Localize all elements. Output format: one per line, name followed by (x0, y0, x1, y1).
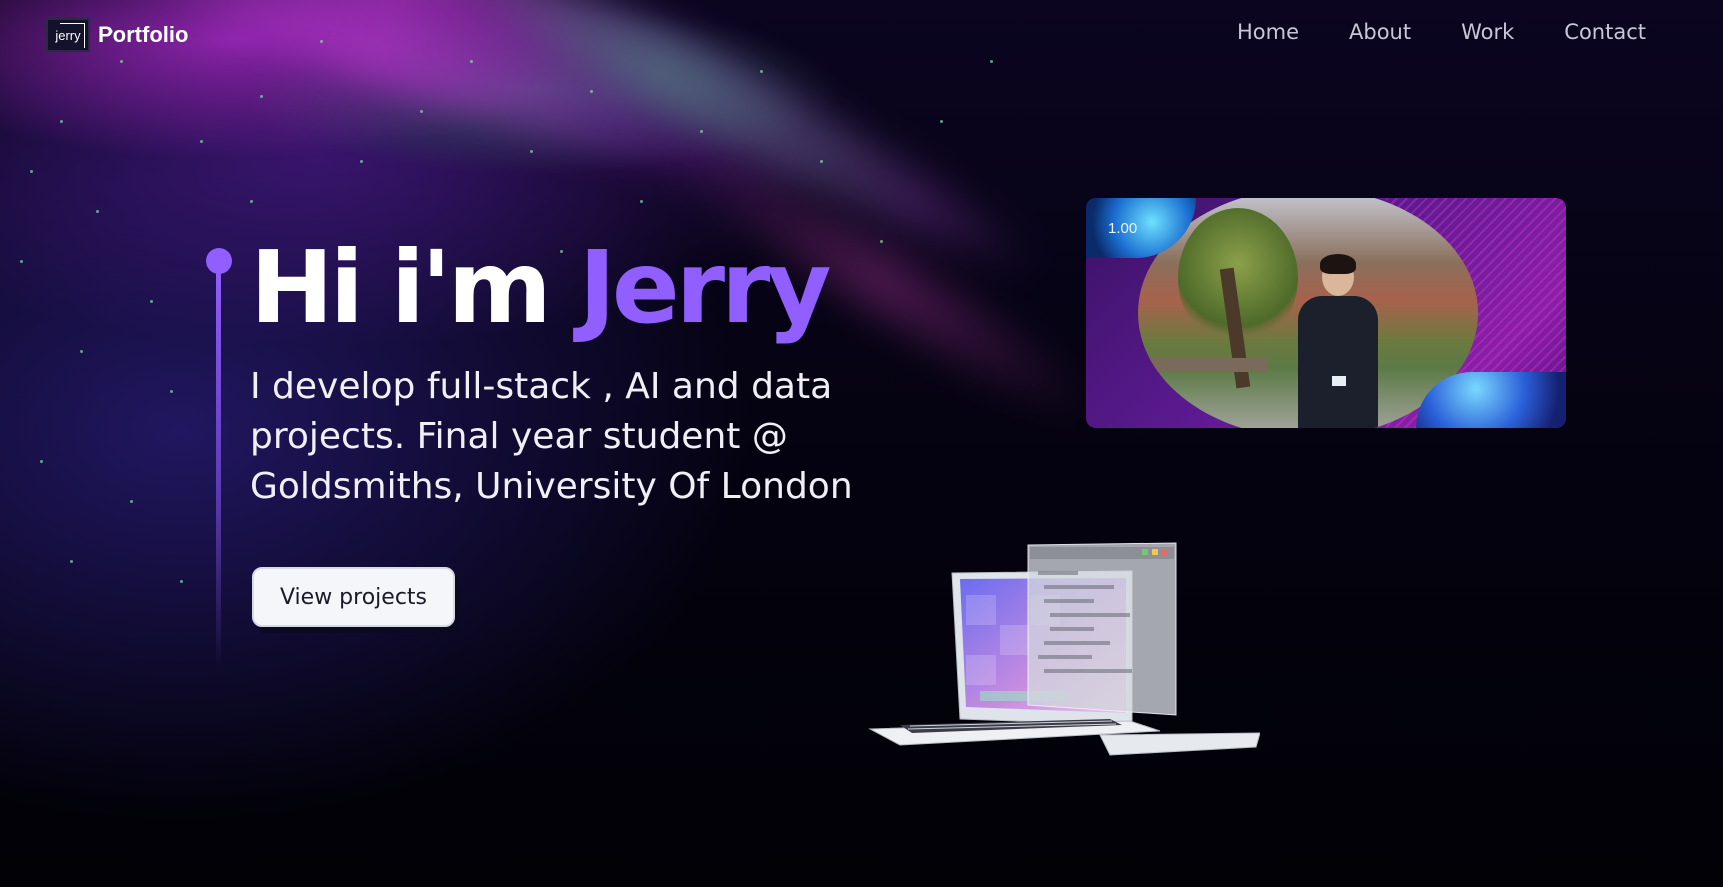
hero-greeting: Hi i'm (250, 229, 552, 346)
view-projects-button[interactable]: View projects (252, 567, 455, 627)
timeline-line (216, 268, 221, 668)
laptop-3d-illustration (868, 542, 1260, 756)
profile-photo-card: 1.00 (1086, 198, 1566, 428)
logo-link[interactable]: jerry Portfolio (46, 18, 188, 52)
nav-menu: Home About Work Contact (1237, 20, 1646, 44)
person-figure (1298, 254, 1378, 428)
hero-subtitle: I develop full-stack , AI and data proje… (250, 366, 853, 507)
hero-title: Hi i'm Jerry (250, 229, 832, 346)
logo-text: jerry (55, 27, 81, 43)
hero-name: Jerry (578, 229, 832, 346)
nav-link-work[interactable]: Work (1461, 20, 1514, 44)
nav-link-contact[interactable]: Contact (1564, 20, 1646, 44)
hero-timeline-decoration (206, 248, 232, 668)
nav-link-home[interactable]: Home (1237, 20, 1299, 44)
brand-name: Portfolio (98, 22, 189, 47)
logo-icon: jerry (46, 18, 90, 52)
zoom-level-label: 1.00 (1108, 220, 1138, 237)
nav-link-about[interactable]: About (1349, 20, 1411, 44)
navbar: jerry Portfolio Home About Work Contact (0, 0, 1723, 70)
